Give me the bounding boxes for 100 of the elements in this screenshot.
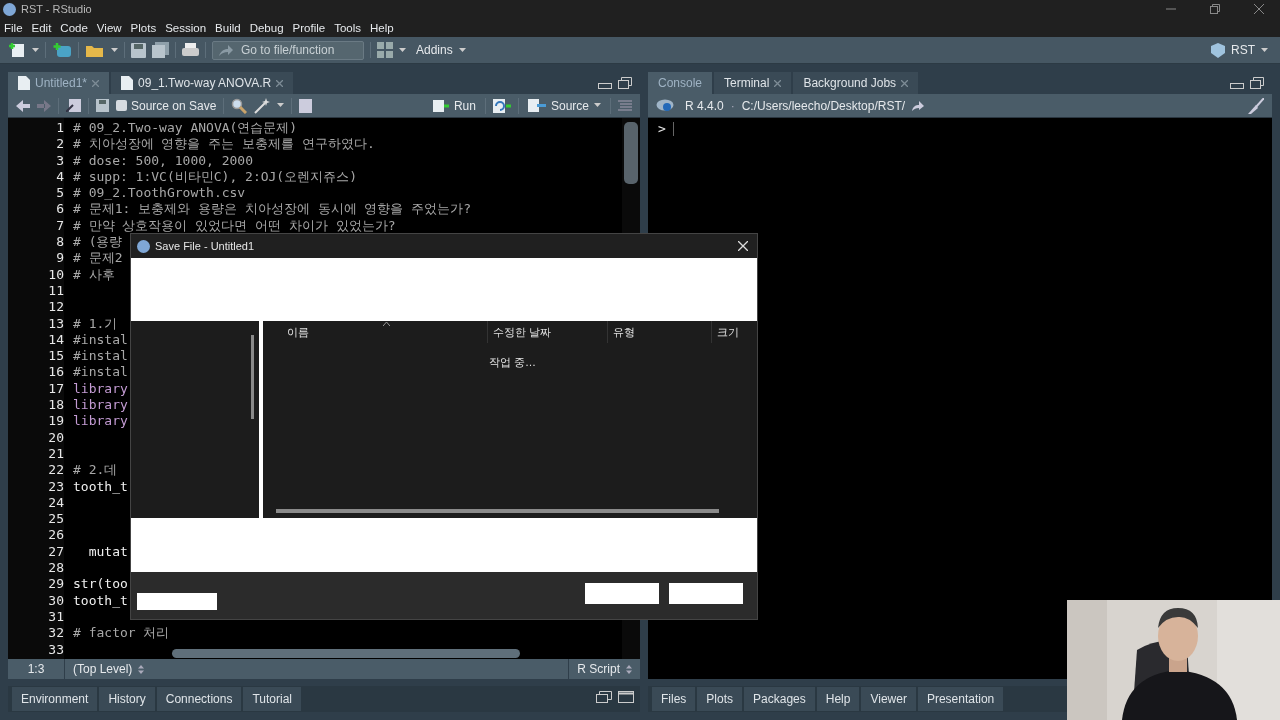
scrollbar-thumb[interactable] <box>251 335 254 419</box>
line-number: 26 <box>47 527 64 544</box>
print-icon[interactable] <box>182 42 199 58</box>
scrollbar-thumb[interactable] <box>276 509 719 513</box>
pane-tab[interactable]: History <box>99 687 155 711</box>
rerun-icon[interactable] <box>492 98 511 113</box>
menu-item[interactable]: Profile <box>292 21 326 34</box>
minimize-pane-icon[interactable] <box>598 83 612 89</box>
maximize-pane-icon[interactable] <box>618 690 634 703</box>
back-icon[interactable] <box>16 99 30 112</box>
caret-icon <box>594 103 601 108</box>
maximize-pane-icon[interactable] <box>1250 77 1264 89</box>
new-project-icon[interactable] <box>52 42 72 58</box>
pane-tab[interactable]: Presentation <box>917 687 1004 711</box>
r-logo-icon <box>3 2 16 16</box>
caret-icon[interactable] <box>111 47 118 53</box>
code-comment: # supp: 1:VC(비타민C), 2:OJ(오렌지쥬스) <box>73 168 357 184</box>
arrow-icon <box>219 44 233 56</box>
go-to-directory-icon[interactable] <box>912 100 925 111</box>
cursor-position: 1:3 <box>8 659 65 679</box>
scrollbar-thumb[interactable] <box>624 122 638 184</box>
pane-tab[interactable]: Files <box>652 687 696 711</box>
line-number: 11 <box>47 282 64 300</box>
pane-tab[interactable]: Viewer <box>861 687 916 711</box>
run-button[interactable]: Run <box>430 98 478 113</box>
new-file-icon[interactable] <box>8 42 26 58</box>
line-number: 24 <box>47 494 64 512</box>
line-number: 7 <box>55 217 64 235</box>
caret-icon <box>1261 47 1268 53</box>
column-header[interactable]: 크기 <box>711 321 757 343</box>
restore-pane-icon[interactable] <box>596 690 612 703</box>
line-number: 2 <box>55 136 64 153</box>
pane-tab[interactable]: Help <box>816 687 860 711</box>
menu-item[interactable]: Code <box>60 21 88 34</box>
code-line: str(too <box>73 576 128 592</box>
menu-item[interactable]: Plots <box>130 21 157 34</box>
menu-item[interactable]: Session <box>165 21 207 34</box>
code-comment: # 사후 <box>73 266 115 282</box>
line-number: 18 <box>47 397 64 414</box>
source-on-save-checkbox[interactable]: Source on Save <box>116 98 217 113</box>
run-icon <box>432 99 449 112</box>
scrollbar-thumb[interactable] <box>172 649 520 658</box>
pane-tab[interactable]: Tutorial <box>243 687 301 711</box>
grid-icon[interactable] <box>377 42 393 58</box>
caret-icon[interactable] <box>277 103 285 108</box>
save-icon[interactable] <box>96 99 109 112</box>
column-header[interactable]: 수정한 날짜 <box>487 321 607 343</box>
broom-icon[interactable] <box>1248 97 1264 114</box>
line-number: 23 <box>47 478 64 495</box>
line-number: 15 <box>47 348 64 365</box>
line-number: 28 <box>47 560 64 577</box>
menu-item[interactable]: Help <box>370 21 394 34</box>
line-number: 29 <box>47 576 64 593</box>
pane-tab[interactable]: Environment <box>12 687 98 711</box>
loading-message: 작업 중… <box>489 355 537 370</box>
source-button[interactable]: Source <box>525 98 603 113</box>
menu-item[interactable]: File <box>4 21 23 34</box>
menu-item[interactable]: Build <box>215 21 241 34</box>
menu-item[interactable]: Debug <box>249 21 284 34</box>
line-number: 22 <box>47 462 64 479</box>
addins-button[interactable]: Addins <box>412 43 470 57</box>
column-header[interactable]: 유형 <box>607 321 711 343</box>
menu-item[interactable]: View <box>96 21 122 34</box>
caret-icon[interactable] <box>32 47 39 53</box>
pane-tab[interactable]: Connections <box>156 687 242 711</box>
code-comment: # 문제2 <box>73 250 123 266</box>
caret-icon <box>458 47 466 53</box>
menu-item[interactable]: Edit <box>31 21 52 34</box>
restore-icon[interactable] <box>1210 4 1220 14</box>
maximize-pane-icon[interactable] <box>618 77 632 89</box>
console-tab[interactable]: Background Jobs <box>793 72 919 94</box>
file-type-dropdown[interactable]: R Script <box>568 659 640 679</box>
console-tab[interactable]: Terminal <box>714 72 792 94</box>
code-line: library <box>73 397 128 413</box>
save-all-icon[interactable] <box>152 42 169 58</box>
minimize-pane-icon[interactable] <box>1230 83 1244 89</box>
code-comment: #instal <box>73 348 128 364</box>
sort-caret-icon <box>383 322 390 326</box>
file-tab[interactable]: 09_1.Two-way ANOVA.R <box>111 72 294 94</box>
column-header[interactable]: 이름 <box>263 321 487 343</box>
line-number: 14 <box>47 331 64 349</box>
separator-dot: · <box>730 98 735 113</box>
save-icon[interactable] <box>131 42 146 58</box>
pane-tab[interactable]: Plots <box>697 687 743 711</box>
r-version: R 4.4.0 <box>685 98 724 113</box>
scope-dropdown[interactable]: (Top Level) <box>65 662 153 676</box>
magic-wand-icon[interactable] <box>254 97 271 114</box>
code-comment: #instal <box>73 331 128 347</box>
project-button[interactable]: RST <box>1207 42 1272 58</box>
show-in-window-icon[interactable] <box>66 99 81 112</box>
line-number: 13 <box>47 315 64 332</box>
pane-tab[interactable]: Packages <box>744 687 815 711</box>
line-number: 25 <box>47 511 64 528</box>
line-number: 8 <box>55 234 64 251</box>
search-icon[interactable] <box>231 97 248 114</box>
menu-item[interactable]: Tools <box>334 21 361 34</box>
line-number: 4 <box>55 168 64 186</box>
caret-icon[interactable] <box>399 47 406 53</box>
go-to-file-field[interactable]: Go to file/function <box>212 40 364 60</box>
document-icon[interactable] <box>299 98 313 113</box>
